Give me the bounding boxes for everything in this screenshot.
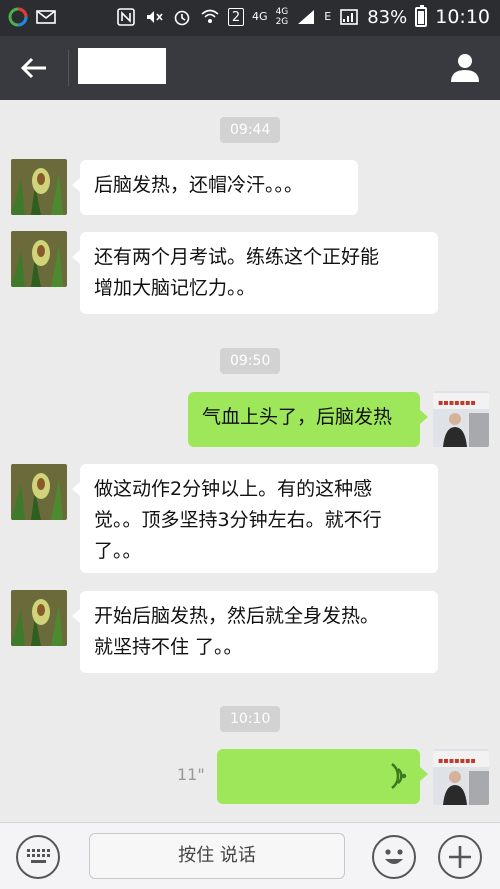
message-bubble-incoming[interactable]: 开始后脑发热，然后就全身发热。 就坚持不住 了。。: [72, 591, 438, 673]
clock: 10:10: [435, 6, 490, 28]
keyboard-icon[interactable]: [16, 835, 60, 879]
message-text-line: 觉。。顶多坚持3分钟左右。就不行: [94, 509, 382, 531]
wifi-icon: [200, 7, 220, 27]
signal-icon: [296, 7, 316, 27]
emoji-icon[interactable]: [372, 835, 416, 879]
app-notification-icon: [8, 7, 28, 27]
network-e: E: [324, 10, 332, 23]
network-4g: 4G: [252, 10, 268, 23]
signal-2-icon: [339, 7, 359, 27]
timestamp: 10:10: [220, 706, 281, 732]
alarm-icon: [172, 7, 192, 27]
message-text-line: 做这动作2分钟以上。有的这种感: [94, 478, 373, 500]
voice-message-bubble[interactable]: [217, 749, 428, 804]
message-bubble-outgoing[interactable]: 气血上头了，后脑发热: [188, 392, 428, 447]
message-text-line: 开始后脑发热，然后就全身发热。: [94, 605, 380, 627]
chat-title-redacted: [78, 48, 166, 84]
message-bubble-incoming[interactable]: 后脑发热，还帽冷汗。。。: [72, 160, 358, 215]
voice-wave-icon: [388, 763, 408, 799]
contact-avatar[interactable]: [11, 590, 67, 646]
message-text: 后脑发热，还帽冷汗。。。: [94, 174, 304, 196]
network-4g-2g: 4G 2G: [275, 7, 289, 27]
sim-icon: 2: [228, 8, 245, 26]
timestamp: 09:44: [220, 117, 281, 143]
profile-icon[interactable]: [448, 50, 482, 84]
chat-area[interactable]: 09:44 后脑发热，还帽冷汗。。。 还有两个月考试。练练这个正好能 增加大脑记…: [0, 100, 500, 822]
plus-icon[interactable]: [438, 835, 482, 879]
nfc-icon: [116, 7, 136, 27]
battery-icon: [415, 5, 428, 27]
chat-header: [0, 36, 500, 100]
svg-text:▪▪▪▪▪▪▪: ▪▪▪▪▪▪▪: [438, 756, 476, 765]
my-avatar[interactable]: ▪▪▪▪▪▪▪: [433, 749, 489, 805]
battery-percent: 83%: [367, 6, 408, 28]
header-divider: [68, 50, 69, 86]
my-avatar[interactable]: ▪▪▪▪▪▪▪: [433, 391, 489, 447]
message-bubble-incoming[interactable]: 还有两个月考试。练练这个正好能 增加大脑记忆力。。: [72, 232, 438, 314]
message-text-line: 还有两个月考试。练练这个正好能: [94, 246, 380, 268]
input-bar: 按住 说话: [0, 822, 500, 889]
mail-icon: [36, 7, 56, 27]
message-text-line: 了。。: [94, 540, 142, 562]
voice-duration: 11": [177, 765, 205, 784]
message-bubble-incoming[interactable]: 做这动作2分钟以上。有的这种感 觉。。顶多坚持3分钟左右。就不行 了。。: [72, 464, 438, 573]
message-text: 气血上头了，后脑发热: [202, 406, 393, 428]
message-text-line: 就坚持不住 了。。: [94, 636, 243, 658]
contact-avatar[interactable]: [11, 159, 67, 215]
contact-avatar[interactable]: [11, 464, 67, 520]
status-bar: 2 4G 4G 2G E 83% 10:10: [0, 0, 500, 36]
hold-to-talk-button[interactable]: 按住 说话: [89, 833, 345, 879]
svg-text:▪▪▪▪▪▪▪: ▪▪▪▪▪▪▪: [438, 398, 476, 407]
timestamp: 09:50: [220, 348, 281, 374]
contact-avatar[interactable]: [11, 231, 67, 287]
mute-icon: [144, 7, 164, 27]
back-arrow-icon[interactable]: [18, 52, 50, 84]
message-text-line: 增加大脑记忆力。。: [94, 277, 256, 299]
